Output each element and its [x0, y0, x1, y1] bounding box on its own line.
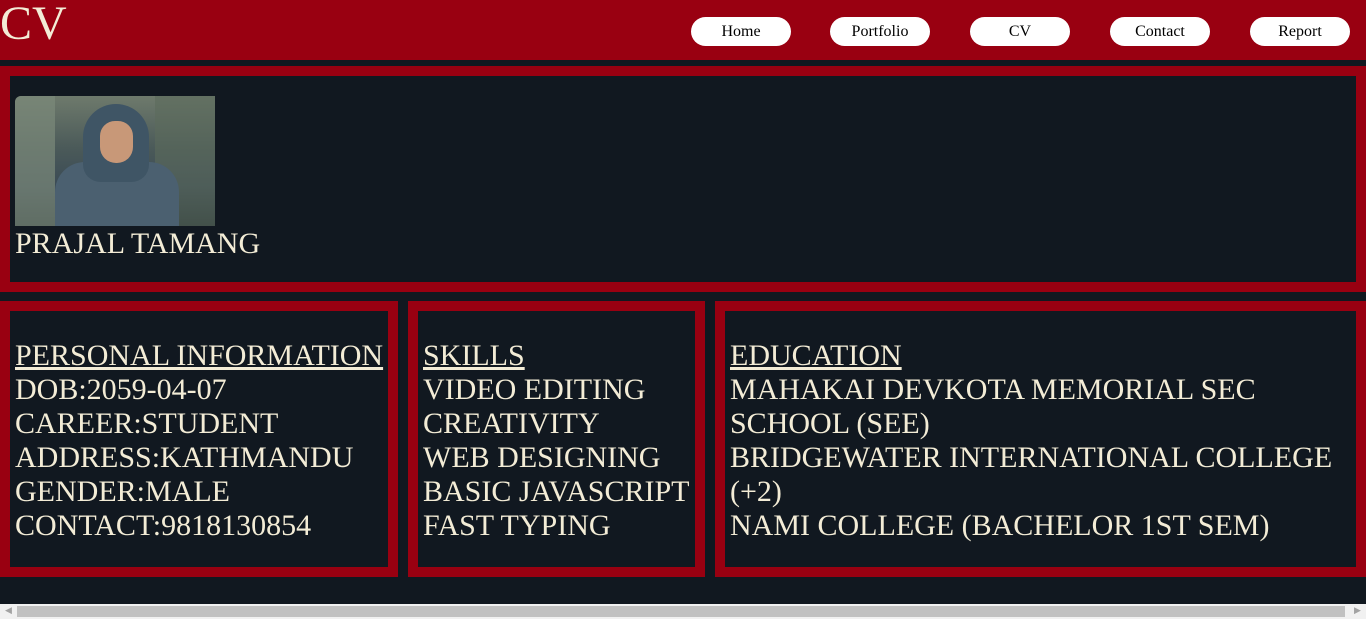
education-heading: EDUCATION: [730, 339, 902, 372]
profile-panel: PRAJAL TAMANG: [0, 66, 1366, 292]
personal-gender: GENDER:MALE: [15, 475, 230, 508]
nav-cv-button[interactable]: CV: [970, 17, 1070, 46]
horizontal-scrollbar[interactable]: ◀ ▶: [0, 604, 1366, 619]
skill-item: FAST TYPING: [423, 509, 611, 542]
nav-portfolio-button[interactable]: Portfolio: [830, 17, 930, 46]
site-logo: CV: [0, 0, 67, 50]
nav-contact-button[interactable]: Contact: [1110, 17, 1210, 46]
education-item: MAHAKAI DEVKOTA MEMORIAL SEC SCHOOL (SEE…: [730, 373, 1256, 440]
personal-information-heading: PERSONAL INFORMATION: [15, 339, 384, 372]
personal-contact: CONTACT:9818130854: [15, 509, 312, 542]
nav-home-button[interactable]: Home: [691, 17, 791, 46]
personal-dob: DOB:2059-04-07: [15, 373, 227, 406]
personal-information-panel: PERSONAL INFORMATION DOB:2059-04-07 CARE…: [0, 301, 398, 577]
skills-heading: SKILLS: [423, 339, 525, 372]
profile-name: PRAJAL TAMANG: [15, 227, 261, 260]
skill-item: BASIC JAVASCRIPT: [423, 475, 690, 508]
skill-item: CREATIVITY: [423, 407, 600, 440]
education-item: NAMI COLLEGE (BACHELOR 1ST SEM): [730, 509, 1270, 542]
scrollbar-thumb[interactable]: [17, 606, 1345, 617]
skills-panel: SKILLS VIDEO EDITING CREATIVITY WEB DESI…: [408, 301, 705, 577]
site-header: CV Home Portfolio CV Contact Report: [0, 0, 1366, 60]
nav-report-button[interactable]: Report: [1250, 17, 1350, 46]
profile-photo: [15, 96, 215, 226]
personal-address: ADDRESS:KATHMANDU: [15, 441, 354, 474]
education-panel: EDUCATION MAHAKAI DEVKOTA MEMORIAL SEC S…: [715, 301, 1366, 577]
personal-career: CAREER:STUDENT: [15, 407, 279, 440]
arrow-left-icon[interactable]: ◀: [0, 604, 17, 619]
arrow-right-icon[interactable]: ▶: [1349, 604, 1366, 619]
skill-item: VIDEO EDITING: [423, 373, 646, 406]
skill-item: WEB DESIGNING: [423, 441, 661, 474]
education-item: BRIDGEWATER INTERNATIONAL COLLEGE (+2): [730, 441, 1333, 508]
